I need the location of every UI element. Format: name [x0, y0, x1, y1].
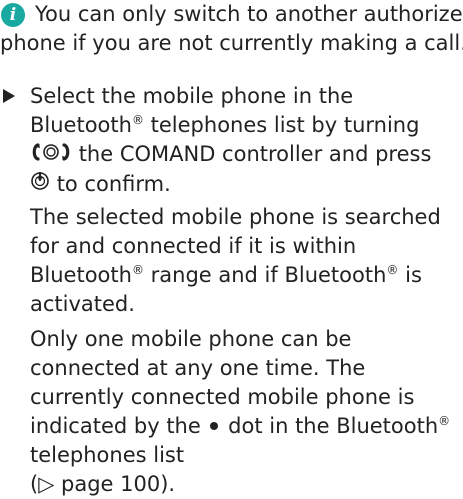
registered-mark: ®: [386, 263, 399, 277]
connected-text-2: dot in the Bluetooth: [228, 414, 439, 438]
connected-dot-icon: [210, 422, 219, 430]
step-paragraph-search: The selected mobile phone is searched fo…: [30, 203, 457, 319]
step-text-confirm: to confirm.: [56, 171, 171, 196]
search-text-2: range and if Bluetooth: [150, 263, 387, 287]
step-paragraph-select: Select the mobile phone in the Bluetooth…: [30, 82, 457, 199]
step-text-telephones-list: telephones list by turning: [150, 113, 420, 137]
instruction-step: Select the mobile phone in the Bluetooth…: [0, 82, 457, 499]
step-paragraph-connected: Only one mobile phone can be connected a…: [30, 325, 457, 499]
controller-turn-icon: [30, 141, 72, 170]
registered-mark: ®: [131, 263, 144, 277]
info-icon: i: [1, 2, 25, 27]
step-triangle-icon: [3, 89, 15, 103]
step-text-controller: the COMAND controller and press: [78, 142, 432, 166]
note-text-line-2: phone if you are not currently making a …: [0, 31, 463, 55]
info-note: i You can only switch to another authori…: [0, 0, 463, 58]
page-reference-link[interactable]: (▷ page 100).: [30, 472, 175, 496]
note-line-1: i You can only switch to another authori…: [0, 0, 463, 29]
note-line-2: phone if you are not currently making a …: [0, 29, 463, 58]
note-text-line-1: You can only switch to another authorize…: [35, 2, 463, 26]
controller-press-icon: [30, 170, 50, 199]
registered-mark: ®: [131, 113, 144, 127]
step-body: Select the mobile phone in the Bluetooth…: [30, 82, 457, 499]
registered-mark: ®: [438, 414, 451, 428]
